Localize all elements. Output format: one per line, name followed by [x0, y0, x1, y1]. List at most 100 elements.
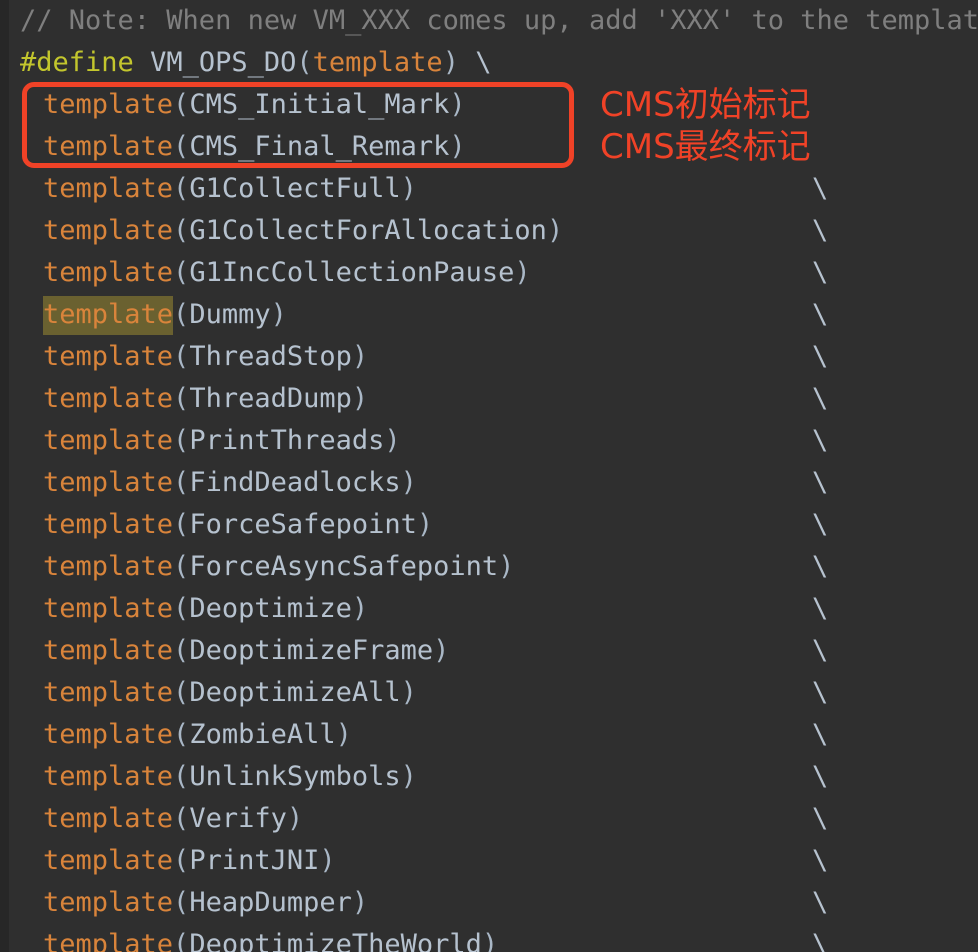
code-editor[interactable]: // Note: When new VM_XXX comes up, add '…	[0, 0, 978, 952]
template-token: template	[43, 845, 174, 876]
code-line-template-entry[interactable]: template(PrintJNI) \	[0, 840, 978, 882]
line-continuation-backslash: \	[812, 257, 829, 288]
code-line-template-entry[interactable]: template(CMS_Final_Remark)	[0, 126, 978, 168]
define-space	[134, 47, 150, 78]
code-line-template-entry[interactable]: template(ThreadDump) \	[0, 378, 978, 420]
annotation-group: CMS初始标记 CMS最终标记	[600, 84, 811, 168]
code-content[interactable]: // Note: When new VM_XXX comes up, add '…	[0, 0, 978, 952]
template-call: template(Dummy)	[43, 294, 287, 336]
open-paren: (	[173, 803, 190, 834]
vm-operation-name: Deoptimize	[189, 593, 352, 624]
code-line-template-entry[interactable]: template(HeapDumper) \	[0, 882, 978, 924]
code-line-template-entry[interactable]: template(G1CollectForAllocation) \	[0, 210, 978, 252]
code-line-template-entry[interactable]: template(Verify) \	[0, 798, 978, 840]
vm-operation-name: DeoptimizeAll	[189, 677, 401, 708]
vm-operation-name: HeapDumper	[189, 887, 352, 918]
template-token: template	[43, 509, 174, 540]
define-open-paren: (	[296, 47, 313, 78]
close-paren: )	[335, 719, 352, 750]
open-paren: (	[173, 929, 190, 952]
template-call: template(PrintThreads)	[43, 420, 401, 462]
code-line-template-entry[interactable]: template(Deoptimize) \	[0, 588, 978, 630]
code-line-template-entry[interactable]: template(CMS_Initial_Mark)	[0, 84, 978, 126]
template-token: template	[43, 719, 174, 750]
open-paren: (	[173, 467, 190, 498]
open-paren: (	[173, 635, 190, 666]
template-call: template(DeoptimizeAll)	[43, 672, 417, 714]
code-line-template-entry[interactable]: template(DeoptimizeTheWorld) \	[0, 924, 978, 952]
template-call: template(G1IncCollectionPause)	[43, 252, 531, 294]
line-continuation-backslash: \	[812, 383, 829, 414]
line-continuation-backslash: \	[812, 551, 829, 582]
code-line-template-entry[interactable]: template(G1IncCollectionPause) \	[0, 252, 978, 294]
code-line-template-entry[interactable]: template(ForceAsyncSafepoint) \	[0, 546, 978, 588]
close-paren: )	[286, 803, 304, 834]
vm-operation-name: PrintJNI	[189, 845, 320, 876]
template-token: template	[43, 467, 174, 498]
open-paren: (	[173, 131, 190, 162]
code-line-template-entry[interactable]: template(DeoptimizeFrame) \	[0, 630, 978, 672]
close-paren: )	[449, 131, 466, 162]
line-continuation-backslash: \	[812, 635, 829, 666]
open-paren: (	[173, 215, 190, 246]
template-token: template	[43, 635, 174, 666]
define-statement: #define VM_OPS_DO(template) \	[20, 42, 491, 84]
vm-operation-name: G1IncCollectionPause	[189, 257, 515, 288]
open-paren: (	[173, 509, 190, 540]
annotation-text: CMS初始标记	[600, 85, 811, 125]
template-entry-list: template(CMS_Initial_Mark) template(CMS_F…	[0, 84, 978, 952]
close-paren: )	[351, 887, 369, 918]
vm-operation-name: ZombieAll	[189, 719, 336, 750]
close-paren: )	[546, 215, 564, 246]
template-token: template	[43, 425, 174, 456]
vm-operation-name: FindDeadlocks	[189, 467, 401, 498]
line-continuation-backslash: \	[812, 509, 829, 540]
close-paren: )	[449, 89, 466, 120]
line-continuation-backslash: \	[812, 929, 829, 952]
vm-operation-name: G1CollectForAllocation	[189, 215, 547, 246]
code-line-template-entry[interactable]: template(FindDeadlocks) \	[0, 462, 978, 504]
template-call: template(UnlinkSymbols)	[43, 756, 417, 798]
line-continuation-backslash: \	[812, 299, 829, 330]
code-line-template-entry[interactable]: template(G1CollectFull) \	[0, 168, 978, 210]
vm-operation-name: ThreadDump	[189, 383, 352, 414]
template-call: template(Verify)	[43, 798, 303, 840]
close-paren: )	[351, 341, 369, 372]
line-continuation-backslash: \	[812, 845, 829, 876]
template-token: template	[43, 761, 174, 792]
template-token: template	[43, 341, 174, 372]
define-line-continuation: \	[475, 47, 492, 78]
vm-operation-name: PrintThreads	[189, 425, 385, 456]
template-token: template	[43, 593, 174, 624]
open-paren: (	[173, 173, 190, 204]
open-paren: (	[173, 761, 190, 792]
define-space2	[459, 47, 475, 78]
code-line-comment[interactable]: // Note: When new VM_XXX comes up, add '…	[0, 0, 978, 42]
code-line-template-entry[interactable]: template(ThreadStop) \	[0, 336, 978, 378]
code-line-template-entry[interactable]: template(Dummy) \	[0, 294, 978, 336]
open-paren: (	[173, 425, 190, 456]
open-paren: (	[173, 257, 190, 288]
comment-text: // Note: When new VM_XXX comes up, add '…	[20, 5, 978, 36]
open-paren: (	[173, 719, 190, 750]
template-call: template(PrintJNI)	[43, 840, 336, 882]
code-line-define[interactable]: #define VM_OPS_DO(template) \	[0, 42, 978, 84]
line-continuation-backslash: \	[812, 215, 829, 246]
vm-operation-name: Verify	[189, 803, 287, 834]
line-continuation-backslash: \	[812, 341, 829, 372]
open-paren: (	[173, 383, 190, 414]
vm-operation-name: ForceSafepoint	[189, 509, 417, 540]
vm-operation-name: ThreadStop	[189, 341, 352, 372]
code-line-template-entry[interactable]: template(ZombieAll) \	[0, 714, 978, 756]
template-call: template(DeoptimizeFrame)	[43, 630, 449, 672]
line-continuation-backslash: \	[812, 593, 829, 624]
code-line-template-entry[interactable]: template(PrintThreads) \	[0, 420, 978, 462]
template-token: template	[43, 551, 174, 582]
open-paren: (	[173, 887, 190, 918]
close-paren: )	[400, 467, 417, 498]
template-token: template	[43, 887, 174, 918]
code-line-template-entry[interactable]: template(DeoptimizeAll) \	[0, 672, 978, 714]
code-line-template-entry[interactable]: template(UnlinkSymbols) \	[0, 756, 978, 798]
template-call: template(ZombieAll)	[43, 714, 352, 756]
code-line-template-entry[interactable]: template(ForceSafepoint) \	[0, 504, 978, 546]
